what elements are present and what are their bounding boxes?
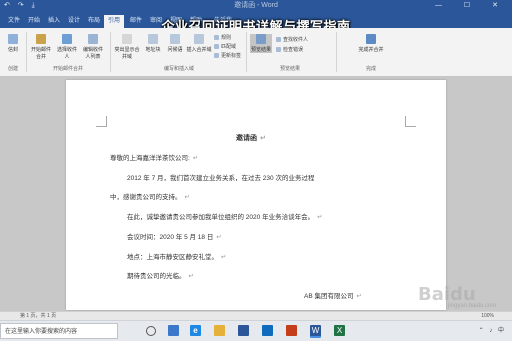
group-separator: [110, 32, 111, 72]
paragraph-mark: ↵: [216, 234, 222, 241]
group-separator: [336, 32, 337, 72]
envelopes-label: 信封: [7, 47, 18, 53]
group-label-preview: 预览结果: [279, 66, 300, 72]
doc-meeting-time-text: 会议时间：2020 年 5 月 18 日: [127, 234, 214, 241]
store-icon[interactable]: [238, 325, 249, 336]
envelopes-button[interactable]: 信封: [2, 34, 24, 53]
check-errors-label: 检查错误: [283, 47, 304, 53]
envelope-icon: [8, 34, 18, 44]
paragraph-mark: ↵: [192, 155, 199, 162]
window-buttons[interactable]: — ☐ ✕: [435, 0, 508, 12]
start-mail-merge-button[interactable]: 开始邮件合并: [30, 34, 52, 60]
edit-recipient-list-label: 编辑收件人列表: [82, 47, 103, 60]
task-view-icon[interactable]: [168, 325, 179, 336]
find-icon: [276, 37, 281, 43]
doc-closing: 期待贵公司的光临。 ↵: [127, 270, 194, 280]
group-label-write-insert: 编写和插入域: [163, 66, 194, 72]
margin-corner-mark: [405, 116, 416, 127]
rules-icon: [214, 35, 219, 41]
group-label-finish: 完成: [365, 66, 376, 72]
find-recipient-label: 查找收件人: [283, 37, 309, 43]
edge-icon[interactable]: e: [190, 325, 201, 336]
insert-merge-field-button[interactable]: 插入合并域: [186, 34, 212, 53]
rules-label: 规则: [221, 35, 232, 41]
doc-paragraph-1a: 2012 年 7 月，我们首次建立业务关系，在过去 230 次的业务过程: [127, 175, 315, 182]
match-fields-label: 匹配域: [221, 44, 237, 50]
preview-results-button[interactable]: 预览结果: [250, 34, 272, 53]
check-errors-button[interactable]: 检查错误: [276, 46, 303, 53]
edit-recipient-list-button[interactable]: 编辑收件人列表: [82, 34, 104, 60]
baidu-watermark-url: jingyan.baidu.com: [448, 303, 497, 309]
word-icon[interactable]: W: [310, 325, 321, 338]
greeting-line-button[interactable]: 问候语: [164, 34, 186, 53]
paragraph-mark: ↵: [356, 293, 362, 300]
match-fields-button[interactable]: 匹配域: [214, 43, 236, 50]
rules-button[interactable]: 规则: [214, 34, 231, 41]
taskbar: 在这里输入你要搜索的内容 e W X ⌃ ♪ 中: [0, 320, 512, 341]
select-recipients-label: 选择收件人: [56, 47, 77, 60]
address-block-label: 地址块: [145, 47, 161, 53]
doc-meeting-time: 会议时间：2020 年 5 月 18 日 ↵: [127, 231, 222, 241]
highlight-merge-fields-button[interactable]: 突出显示合并域: [114, 34, 140, 60]
update-labels-button[interactable]: 更新标签: [214, 52, 241, 59]
doc-salutation-text: 尊敬的上海嘉洋洋茶饮公司:: [110, 155, 190, 162]
system-tray[interactable]: ⌃ ♪ 中: [479, 321, 506, 341]
address-block-button[interactable]: 地址块: [142, 34, 164, 53]
doc-heading: 邀请函 ↵: [236, 133, 266, 143]
match-fields-icon: [214, 44, 219, 50]
paragraph-mark: ↵: [188, 273, 194, 280]
doc-meeting-place: 地点：上海市静安区静安礼堂。 ↵: [127, 251, 226, 261]
cortana-icon[interactable]: [146, 326, 156, 336]
doc-paragraph-1b: 中，感谢贵公司的支持。 ↵: [110, 191, 190, 201]
check-errors-icon: [276, 47, 281, 53]
update-labels-label: 更新标签: [221, 53, 242, 59]
baidu-watermark: Baidu: [418, 284, 476, 305]
doc-salutation: 尊敬的上海嘉洋洋茶饮公司: ↵: [110, 152, 198, 162]
finish-merge-label: 完成并合并: [358, 47, 384, 53]
paragraph-mark: ↵: [260, 135, 266, 142]
margin-corner-mark: [96, 116, 107, 127]
address-block-icon: [148, 34, 158, 44]
highlight-merge-fields-label: 突出显示合并域: [114, 47, 140, 60]
doc-paragraph-2: 在此，诚挚邀请贵公司参加我单位组织的 2020 年业务洽谈年会。 ↵: [127, 211, 323, 221]
highlight-icon: [122, 34, 132, 44]
document-page[interactable]: 邀请函 ↵ 尊敬的上海嘉洋洋茶饮公司: ↵ 2012 年 7 月，我们首次建立业务关…: [66, 80, 446, 310]
start-mail-merge-label: 开始邮件合并: [30, 47, 51, 60]
powerpoint-icon[interactable]: [286, 325, 297, 336]
finish-icon: [366, 34, 376, 44]
paragraph-mark: ↵: [317, 214, 323, 221]
doc-heading-text: 邀请函: [236, 135, 257, 142]
preview-results-label: 预览结果: [250, 47, 271, 53]
edit-list-icon: [88, 34, 98, 44]
doc-meeting-place-text: 地点：上海市静安区静安礼堂。: [127, 254, 218, 261]
find-recipient-button[interactable]: 查找收件人: [276, 36, 308, 43]
finish-merge-button[interactable]: 完成并合并: [356, 34, 386, 53]
merge-field-icon: [194, 34, 204, 44]
paragraph-mark: ↵: [184, 194, 190, 201]
ribbon: 信封 开始邮件合并 选择收件人 编辑收件人列表 开始邮件合并 突出显示合并域 地…: [0, 28, 512, 77]
update-labels-icon: [214, 53, 219, 59]
group-label-create: 创建: [7, 66, 18, 72]
preview-icon: [256, 34, 266, 44]
recipients-icon: [62, 34, 72, 44]
outlook-icon[interactable]: [262, 325, 273, 336]
doc-closing-text: 期待贵公司的光临。: [127, 273, 186, 280]
greeting-icon: [170, 34, 180, 44]
taskbar-search-input[interactable]: 在这里输入你要搜索的内容: [0, 323, 118, 339]
select-recipients-button[interactable]: 选择收件人: [56, 34, 78, 60]
doc-signature-text: AB 集团有限公司: [304, 293, 354, 300]
group-label-start-merge: 开始邮件合并: [52, 66, 83, 72]
doc-signature: AB 集团有限公司 ↵: [304, 290, 362, 300]
file-explorer-icon[interactable]: [214, 325, 225, 336]
group-separator: [246, 32, 247, 72]
greeting-line-label: 问候语: [167, 47, 183, 53]
mail-merge-icon: [36, 34, 46, 44]
insert-merge-field-label: 插入合并域: [186, 47, 212, 53]
excel-icon[interactable]: X: [334, 325, 345, 336]
doc-paragraph-2-text: 在此，诚挚邀请贵公司参加我单位组织的 2020 年业务洽谈年会。: [127, 214, 315, 221]
title-bar: ↶ ↷ ⤓ 邀请函 - Word — ☐ ✕: [0, 0, 512, 12]
group-separator: [26, 32, 27, 72]
doc-paragraph-1b-text: 中，感谢贵公司的支持。: [110, 194, 182, 201]
paragraph-mark: ↵: [221, 254, 227, 261]
